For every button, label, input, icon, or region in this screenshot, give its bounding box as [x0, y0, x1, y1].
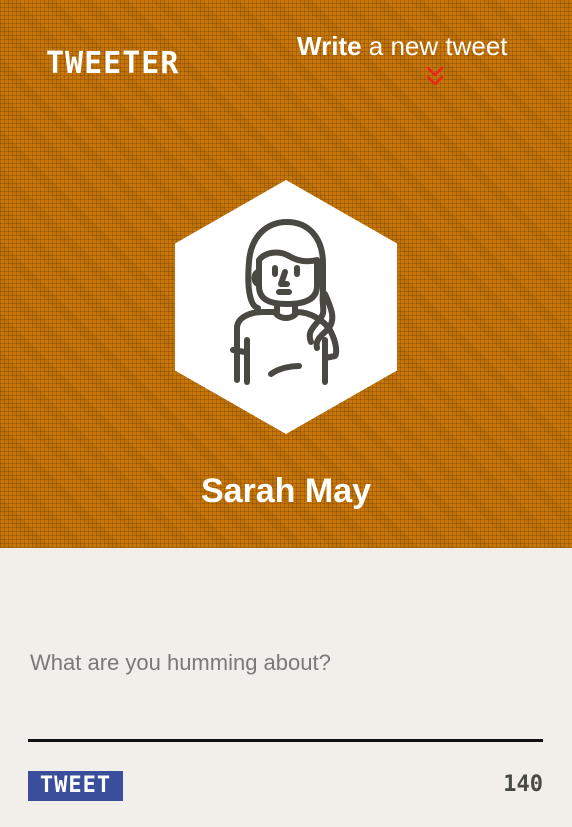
profile-header: TWEETER Write a new tweet Sarah May	[0, 0, 572, 548]
write-new-tweet-link[interactable]: Write a new tweet	[297, 30, 537, 62]
character-count: 140	[503, 772, 543, 797]
app-logo: TWEETER	[46, 46, 180, 81]
woman-avatar-icon	[175, 180, 397, 434]
tweet-input[interactable]	[28, 640, 543, 742]
user-name: Sarah May	[200, 472, 372, 510]
double-chevron-down-icon[interactable]	[425, 66, 445, 88]
tweet-button[interactable]: TWEET	[28, 771, 123, 801]
avatar	[175, 180, 397, 434]
compose-panel: TWEET 140	[0, 548, 572, 827]
write-link-bold: Write	[297, 31, 362, 61]
write-link-rest: a new tweet	[361, 31, 508, 61]
